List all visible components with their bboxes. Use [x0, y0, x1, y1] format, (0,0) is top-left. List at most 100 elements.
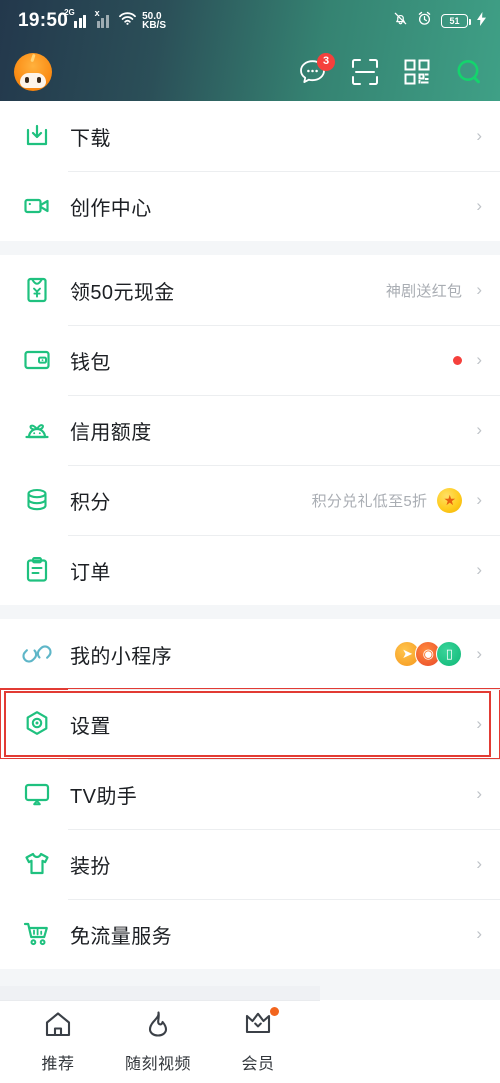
coins-icon — [16, 485, 58, 515]
tab-new-dot-badge — [270, 1006, 279, 1016]
video-camera-icon — [16, 191, 58, 221]
qr-code-icon[interactable] — [402, 57, 432, 87]
list-item-points[interactable]: 积分 积分兑礼低至5折 ★ › — [0, 465, 500, 535]
list-item-label: 创作中心 — [70, 197, 152, 220]
list-item-tail: › — [472, 714, 482, 734]
red-envelope-icon — [16, 275, 58, 305]
list-item-tail: › — [472, 420, 482, 440]
list-item-settings[interactable]: 设置 › — [0, 688, 500, 760]
app-header: 19:50 2G x 50.0 KB/S 51 3 — [0, 0, 500, 101]
chevron-right-icon: › — [476, 350, 482, 369]
scan-frame-icon[interactable] — [350, 57, 380, 87]
avatar-eye-left — [25, 76, 29, 83]
credit-sprout-icon — [16, 415, 58, 445]
list-item-label: 我的小程序 — [70, 645, 172, 668]
tab-member[interactable]: 会员 — [208, 1006, 308, 1074]
tab-label: 随刻视频 — [124, 1055, 191, 1073]
avatar-eye-right — [37, 76, 41, 83]
chevron-right-icon: › — [476, 784, 482, 803]
tab-suike-video[interactable]: 随刻视频 — [108, 1010, 208, 1074]
list-item-tail: › — [472, 784, 482, 804]
list-item-label: 装扮 — [70, 855, 111, 878]
chevron-right-icon: › — [476, 854, 482, 873]
list-item-tail: 积分兑礼低至5折 ★ › — [311, 487, 482, 513]
list-item-creation-center[interactable]: 创作中心 › — [0, 171, 500, 241]
list-item-download[interactable]: 下载 › — [0, 101, 500, 171]
app-bar: 3 — [0, 42, 500, 101]
battery-indicator: 51 — [441, 14, 471, 28]
bell-muted-icon — [393, 11, 408, 31]
link-icon — [16, 639, 58, 669]
wifi-icon — [119, 12, 137, 30]
list-item-tail: › — [472, 196, 482, 216]
app-bar-actions: 3 — [298, 52, 484, 87]
list-item-hint: 积分兑礼低至5折 — [311, 492, 428, 510]
unread-dot-badge — [453, 355, 463, 365]
chevron-right-icon: › — [476, 196, 482, 215]
settings-list[interactable]: 下载 › 创作中心 › 领50元现金 神剧送红包 › 钱包 › 信用额度 › 积… — [0, 101, 500, 1083]
settings-gear-icon — [16, 709, 58, 739]
list-item-label: 领50元现金 — [70, 281, 175, 304]
chevron-right-icon: › — [476, 714, 482, 733]
battery-level: 51 — [449, 16, 460, 26]
tab-recommend[interactable]: 推荐 — [8, 1010, 108, 1074]
list-item-wallet[interactable]: 钱包 › — [0, 325, 500, 395]
bottom-navigation: 推荐 随刻视频 会员 — [0, 1000, 500, 1083]
list-item-label: 免流量服务 — [70, 925, 172, 948]
mini-app-avatars[interactable]: ➤ ◉ ▯ — [394, 641, 463, 667]
flame-icon — [143, 1010, 173, 1043]
status-bar-left: 19:50 2G x 50.0 KB/S — [18, 8, 167, 32]
avatar-face — [20, 72, 46, 88]
mini-app-book-icon: ▯ — [436, 641, 463, 667]
network-speed: 50.0 KB/S — [142, 12, 167, 31]
list-item-cash-reward[interactable]: 领50元现金 神剧送红包 › — [0, 255, 500, 325]
list-section-3: 我的小程序 ➤ ◉ ▯ › 设置 › TV助手 › 装扮 › 免流量服务 › — [0, 619, 500, 969]
download-icon — [16, 121, 58, 151]
sim2-status-tag: x — [94, 8, 100, 18]
signal-sim1-icon: 2G — [64, 8, 91, 28]
list-item-orders[interactable]: 订单 › — [0, 535, 500, 605]
list-item-mini-programs[interactable]: 我的小程序 ➤ ◉ ▯ › — [0, 619, 500, 689]
list-item-label: 下载 — [70, 127, 111, 150]
list-item-tail: 神剧送红包 › — [386, 280, 482, 301]
list-item-tail: › — [453, 350, 482, 370]
chevron-right-icon: › — [476, 420, 482, 439]
tv-icon — [16, 779, 58, 809]
list-item-label: 设置 — [70, 715, 111, 738]
wallet-icon — [16, 345, 58, 375]
avatar-sprout-icon — [30, 53, 36, 62]
message-bubble-icon[interactable]: 3 — [298, 52, 335, 87]
list-item-label: TV助手 — [70, 785, 138, 808]
alarm-clock-icon — [417, 11, 432, 31]
clipboard-icon — [16, 555, 58, 585]
list-item-credit-limit[interactable]: 信用额度 › — [0, 395, 500, 465]
section-divider — [0, 605, 500, 619]
chevron-right-icon: › — [476, 280, 482, 299]
user-avatar[interactable] — [14, 52, 52, 91]
home-icon — [43, 1010, 73, 1043]
tab-label: 会员 — [241, 1055, 275, 1073]
list-item-tail: ➤ ◉ ▯ › — [394, 641, 482, 667]
gold-star-badge-icon: ★ — [437, 487, 463, 513]
list-item-hint: 神剧送红包 — [385, 282, 463, 300]
message-badge: 3 — [317, 52, 335, 71]
lightning-bolt-icon — [477, 11, 486, 31]
list-item-tv-assistant[interactable]: TV助手 › — [0, 759, 500, 829]
chevron-right-icon: › — [476, 490, 482, 509]
chevron-right-icon: › — [476, 126, 482, 145]
chevron-right-icon: › — [476, 560, 482, 579]
list-item-tail: › — [472, 560, 482, 580]
crown-icon — [243, 1010, 273, 1043]
list-item-decoration[interactable]: 装扮 › — [0, 829, 500, 899]
list-item-label: 钱包 — [70, 351, 111, 374]
list-item-label: 积分 — [70, 491, 111, 514]
status-bar: 19:50 2G x 50.0 KB/S 51 — [0, 0, 500, 42]
list-item-free-data-service[interactable]: 免流量服务 › — [0, 899, 500, 969]
chevron-right-icon: › — [476, 924, 482, 943]
search-icon[interactable] — [454, 57, 484, 87]
list-item-label: 信用额度 — [70, 421, 152, 444]
list-item-tail: › — [472, 126, 482, 146]
list-item-tail: › — [472, 854, 482, 874]
bottom-nav-strip — [0, 986, 320, 1000]
network-speed-unit: KB/S — [142, 20, 167, 31]
